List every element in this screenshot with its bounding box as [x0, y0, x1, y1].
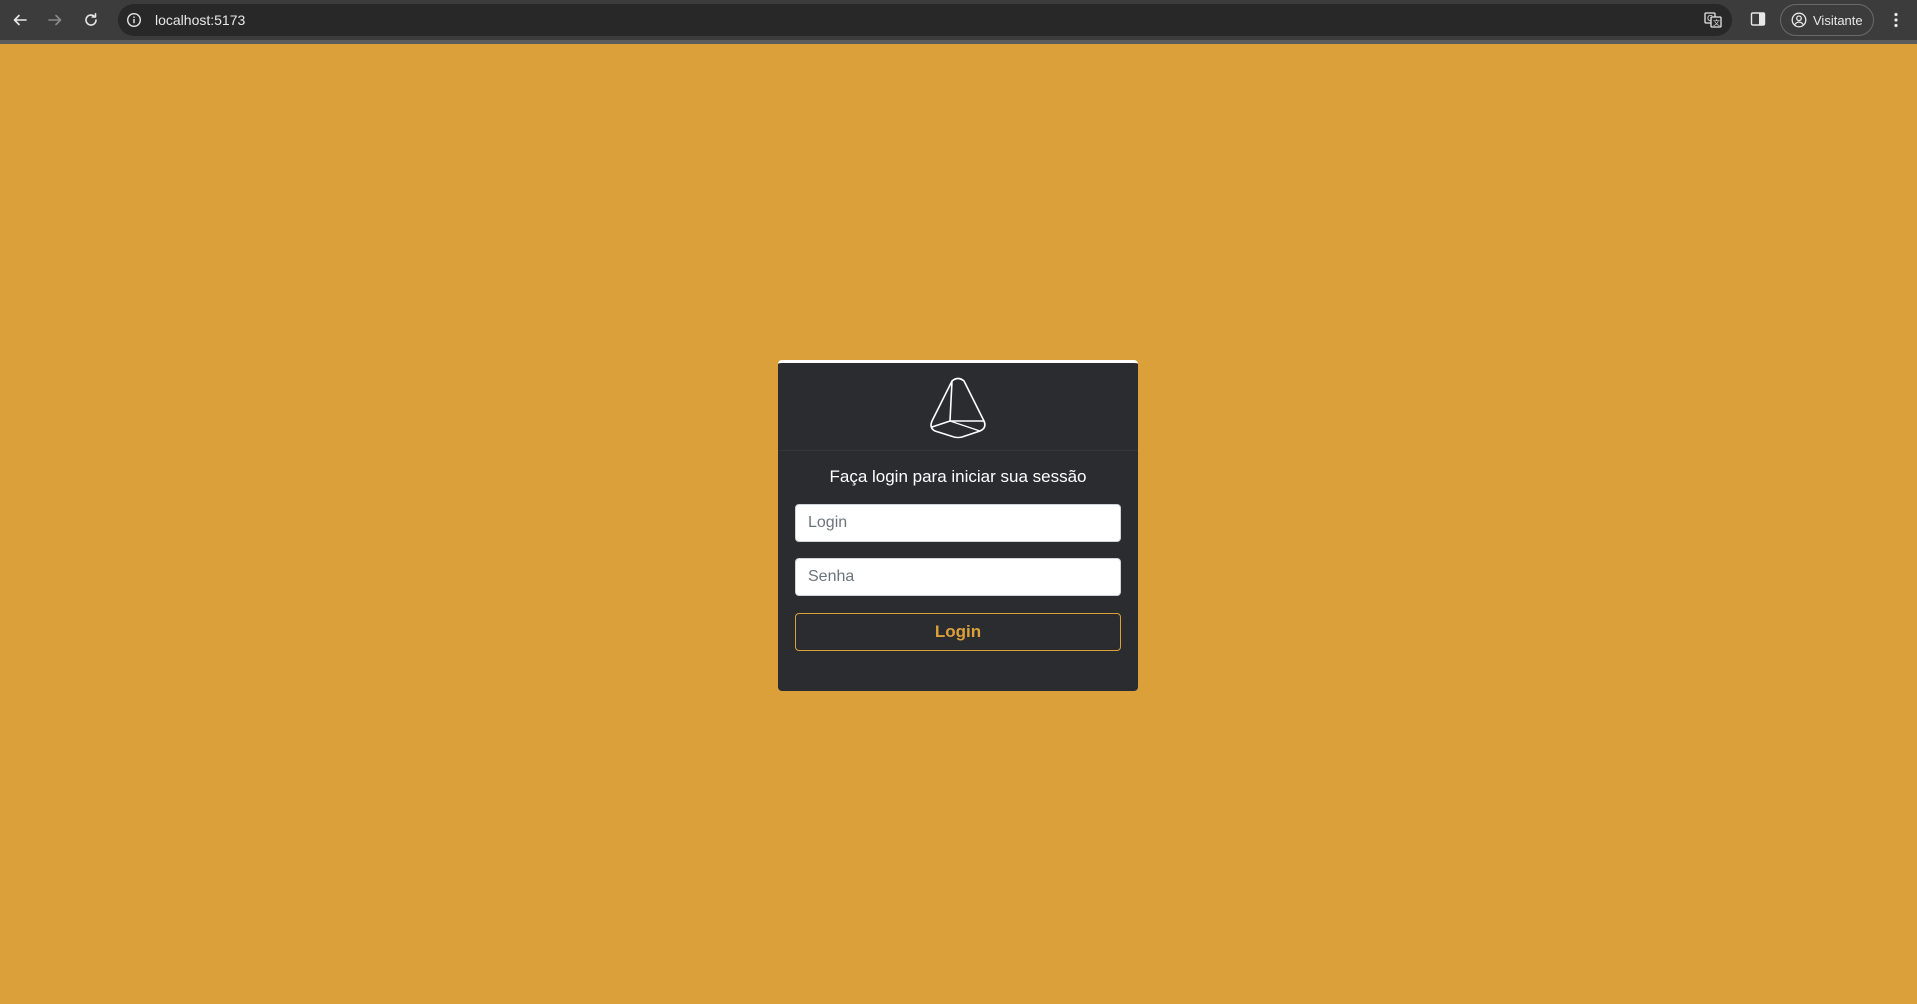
- login-input[interactable]: [795, 504, 1121, 542]
- url-text[interactable]: localhost:5173: [155, 12, 245, 28]
- login-button[interactable]: Login: [795, 613, 1121, 651]
- reload-icon: [85, 13, 97, 26]
- avatar-icon: [1791, 12, 1807, 28]
- arrow-left-icon: [13, 14, 27, 26]
- arrow-right-icon: [48, 14, 62, 26]
- profile-button[interactable]: Visitante: [1780, 4, 1874, 36]
- address-bar[interactable]: localhost:5173 G 文: [118, 4, 1732, 36]
- translate-icon[interactable]: G 文: [1704, 11, 1722, 29]
- toolbar-divider: [0, 40, 1917, 44]
- info-icon[interactable]: [126, 12, 142, 28]
- card-header: [778, 363, 1138, 451]
- back-button[interactable]: [6, 6, 34, 34]
- kebab-menu-icon[interactable]: [1886, 10, 1906, 30]
- browser-toolbar: localhost:5173 G 文 Visitante: [0, 0, 1917, 40]
- reload-button[interactable]: [77, 6, 105, 34]
- password-input[interactable]: [795, 558, 1121, 596]
- side-panel-icon[interactable]: [1750, 11, 1766, 27]
- login-title: Faça login para iniciar sua sessão: [829, 467, 1087, 486]
- login-card: Faça login para iniciar sua sessão Login: [778, 360, 1138, 691]
- svg-text:文: 文: [1713, 18, 1720, 27]
- profile-label: Visitante: [1813, 12, 1863, 28]
- triangle-logo-icon: [930, 377, 986, 438]
- forward-button[interactable]: [41, 6, 69, 34]
